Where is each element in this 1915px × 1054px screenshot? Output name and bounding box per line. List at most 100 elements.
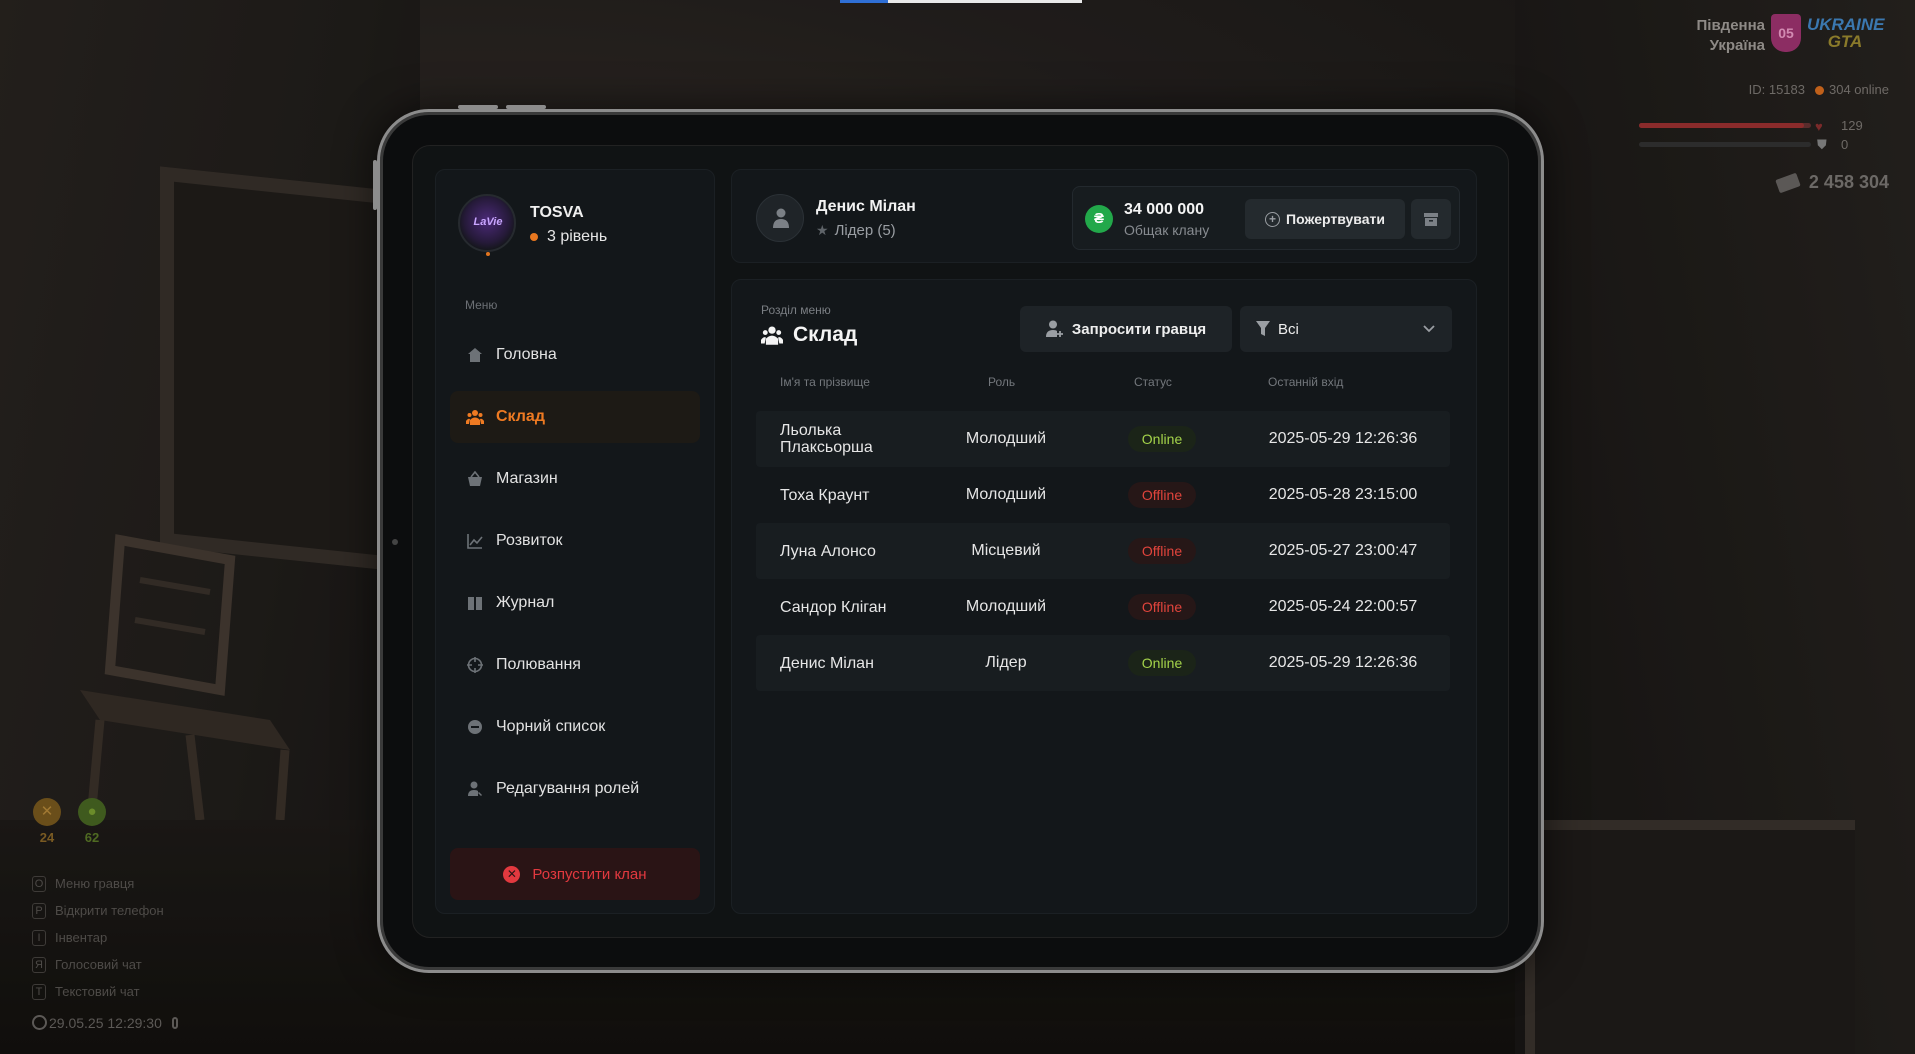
column-header-name: Ім'я та прізвище	[780, 375, 870, 389]
cash-icon	[1775, 172, 1801, 194]
clan-bank: ₴ 34 000 000 Общак клану + Пожертвувати	[1072, 186, 1460, 250]
members-table: Ім'я та прізвище Роль Статус Останній вх…	[756, 375, 1450, 691]
game-logo: UKRAINE GTA	[1807, 15, 1885, 51]
main-panel: Розділ меню Склад Запросити гравця Всі І…	[731, 279, 1477, 914]
section-caption: Розділ меню	[761, 303, 831, 317]
sidebar: LaVie TOSVA 3 рівень Меню Головна Склад …	[435, 169, 715, 914]
hint-item: O Меню гравця	[32, 870, 164, 897]
table-header: Ім'я та прізвище Роль Статус Останній вх…	[756, 375, 1450, 393]
level-dot-icon	[530, 233, 538, 241]
role-filter-select[interactable]: Всі	[1240, 306, 1452, 352]
tablet-screen: LaVie TOSVA 3 рівень Меню Головна Склад …	[412, 145, 1509, 938]
member-last-login: 2025-05-28 23:15:00	[1268, 486, 1418, 503]
leader-name: Денис Мілан	[816, 198, 916, 215]
member-role: Молодший	[965, 598, 1047, 615]
table-row[interactable]: Денис Мілан Лідер Online 2025-05-29 12:2…	[756, 635, 1450, 691]
tablet-device: LaVie TOSVA 3 рівень Меню Головна Склад …	[373, 105, 1544, 973]
user-icon	[773, 208, 789, 228]
member-last-login: 2025-05-27 23:00:47	[1268, 542, 1418, 559]
column-header-role: Роль	[988, 375, 1016, 389]
basket-icon	[466, 470, 484, 488]
star-icon: ★	[816, 222, 829, 238]
leader-card: Денис Мілан ★ Лідер (5) ₴ 34 000 000 Обща…	[731, 169, 1477, 263]
player-id: ID: 15183 304 online	[1748, 82, 1889, 97]
close-circle-icon: ✕	[503, 865, 521, 883]
people-icon	[466, 408, 484, 426]
food-icon: ✕	[33, 798, 61, 826]
member-last-login: 2025-05-24 22:00:57	[1268, 598, 1418, 615]
member-name: Денис Мілан	[780, 654, 874, 672]
member-name: Тоха Краунт	[780, 486, 870, 504]
user-plus-icon	[1045, 320, 1064, 338]
clan-name: TOSVA	[530, 204, 584, 221]
table-row[interactable]: Тоха Краунт Молодший Offline 2025-05-28 …	[756, 467, 1450, 523]
bank-label: Общак клану	[1124, 222, 1210, 238]
plus-circle-icon: +	[1265, 211, 1281, 227]
chevron-down-icon	[1422, 321, 1436, 339]
leader-role: ★ Лідер (5)	[816, 222, 896, 239]
keybind-hints: O Меню гравця P Відкрити телефон I Інвентар…	[32, 870, 164, 1005]
clan-avatar: LaVie	[458, 194, 516, 256]
region-badge: 05	[1771, 14, 1801, 52]
leader-avatar	[756, 194, 804, 242]
home-icon	[466, 346, 484, 364]
heart-icon: ♥	[1815, 119, 1823, 134]
sidebar-item-home[interactable]: Головна	[450, 329, 700, 381]
table-row[interactable]: Сандор Кліган Молодший Offline 2025-05-2…	[756, 579, 1450, 635]
online-dot-icon	[1815, 86, 1824, 96]
filter-icon	[1256, 321, 1270, 337]
sidebar-item-shop[interactable]: Магазин	[450, 453, 700, 505]
sidebar-item-storage[interactable]: Склад	[450, 391, 700, 443]
user-edit-icon	[466, 780, 484, 798]
armor-bar: ⛊ 0	[1639, 137, 1889, 153]
online-count: 304 online	[1829, 82, 1889, 97]
health-bar: ♥ 129	[1639, 118, 1889, 134]
member-last-login: 2025-05-29 12:26:36	[1268, 654, 1418, 671]
sidebar-item-journal[interactable]: Журнал	[450, 577, 700, 629]
disband-clan-button[interactable]: ✕ Розпустити клан	[450, 848, 700, 900]
member-name: Льолька Плаксьорша	[780, 422, 873, 456]
block-icon	[466, 718, 484, 736]
status-badge: Offline	[1127, 594, 1197, 620]
table-row[interactable]: Льолька Плаксьорша Молодший Online 2025-…	[756, 411, 1450, 467]
water-indicator: ● 62	[77, 798, 107, 845]
hint-item: P Відкрити телефон	[32, 897, 164, 924]
donate-button[interactable]: + Пожертвувати	[1245, 199, 1405, 239]
member-role: Молодший	[965, 486, 1047, 503]
top-progress-strip	[840, 0, 1082, 3]
member-role: Молодший	[965, 430, 1047, 447]
hint-item: Я Голосовий чат	[32, 951, 164, 978]
table-row[interactable]: Луна Алонсо Місцевий Offline 2025-05-27 …	[756, 523, 1450, 579]
sidebar-item-development[interactable]: Розвиток	[450, 515, 700, 567]
clock-icon	[32, 1015, 47, 1030]
status-badge: Online	[1127, 426, 1197, 452]
member-name: Луна Алонсо	[780, 542, 876, 560]
hint-item: T Текстовий чат	[32, 978, 164, 1005]
chart-icon	[466, 532, 484, 550]
region-label: Південна Україна	[1696, 17, 1766, 54]
column-header-last-login: Останній вхід	[1268, 375, 1344, 389]
sidebar-item-hunting[interactable]: Полювання	[450, 639, 700, 691]
health-value: 129	[1841, 118, 1863, 133]
member-role: Місцевий	[971, 542, 1041, 559]
crosshair-icon	[466, 656, 484, 674]
status-badge: Offline	[1127, 538, 1197, 564]
food-indicator: ✕ 24	[32, 798, 62, 845]
archive-button[interactable]	[1411, 199, 1451, 239]
hud-status: Південна Україна 05 UKRAINE GTA ID: 1518…	[1639, 14, 1893, 194]
clan-level: 3 рівень	[530, 228, 607, 246]
status-badge: Offline	[1127, 482, 1197, 508]
invite-player-button[interactable]: Запросити гравця	[1020, 306, 1232, 352]
sidebar-item-blacklist[interactable]: Чорний список	[450, 701, 700, 753]
hint-item: I Інвентар	[32, 924, 164, 951]
member-name: Сандор Кліган	[780, 598, 887, 616]
hryvnia-coin-icon: ₴	[1085, 205, 1113, 233]
sidebar-menu: Головна Склад Магазин Розвиток Журнал По…	[450, 329, 700, 825]
book-icon	[466, 594, 484, 612]
sidebar-item-roles[interactable]: Редагування ролей	[450, 763, 700, 815]
shield-icon: ⛊	[1817, 137, 1827, 152]
microphone-icon	[171, 1017, 178, 1029]
water-drop-icon: ●	[78, 798, 106, 826]
column-header-status: Статус	[1134, 375, 1172, 389]
bank-amount: 34 000 000	[1124, 201, 1205, 218]
